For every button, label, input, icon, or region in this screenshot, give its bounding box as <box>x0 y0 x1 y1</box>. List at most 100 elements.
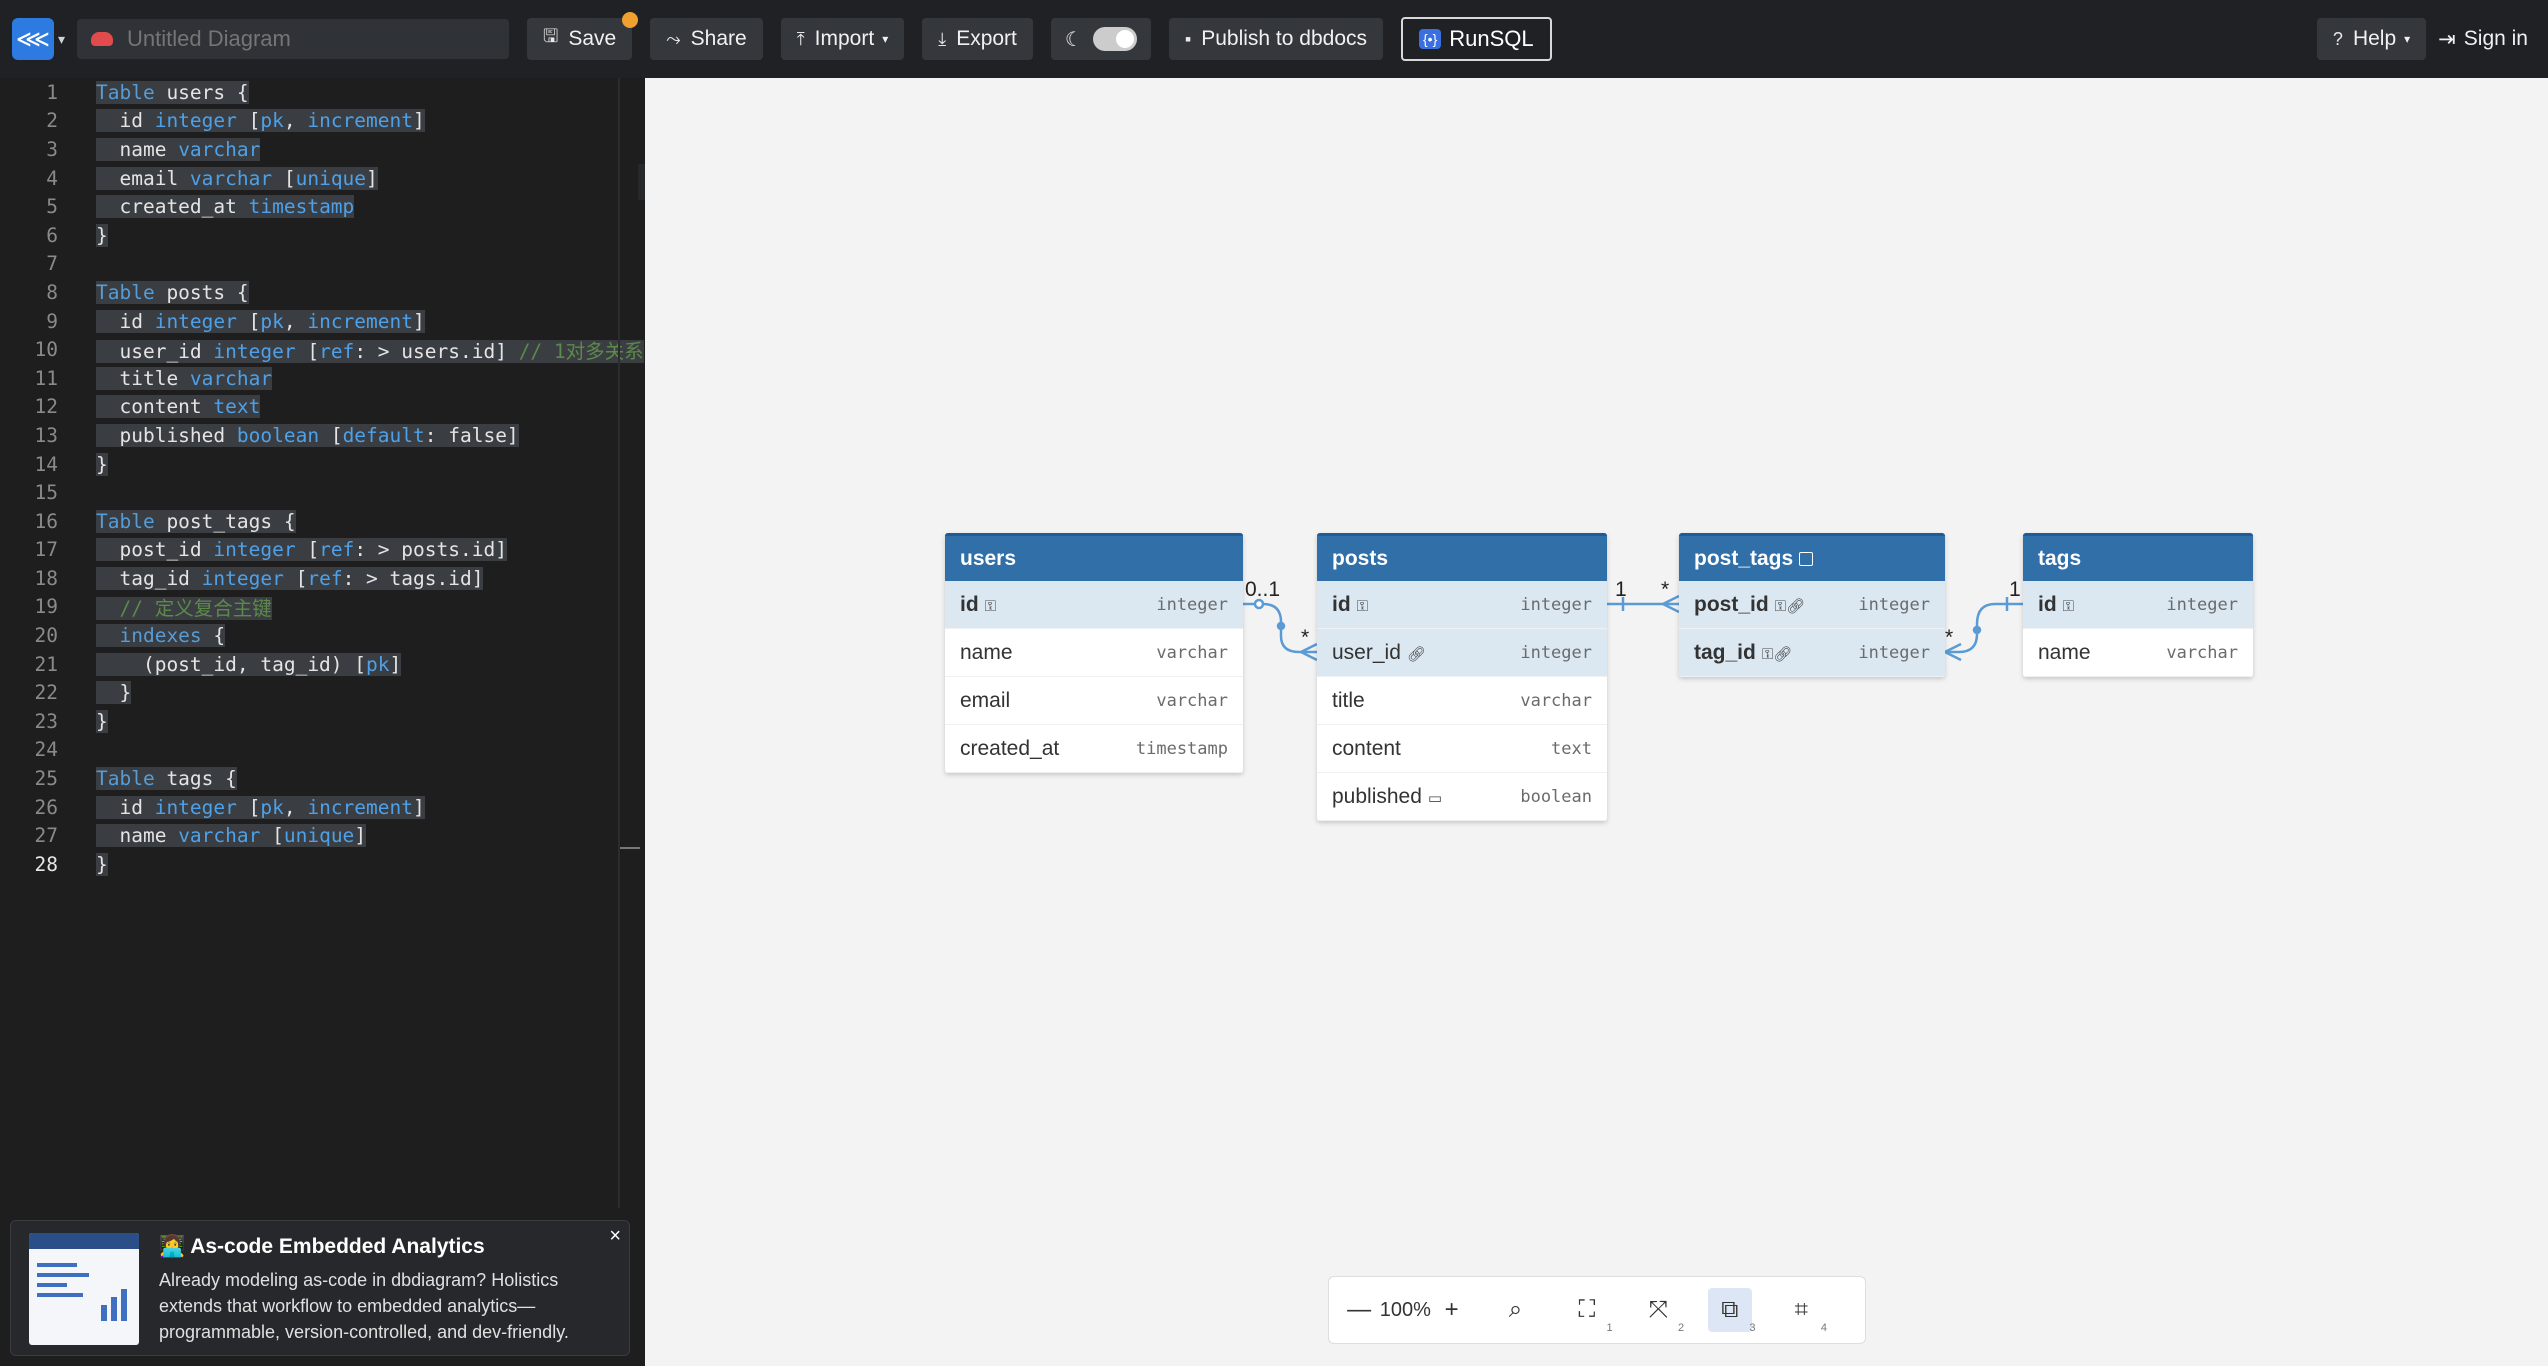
code-text[interactable]: Table post_tags { <box>96 509 296 533</box>
code-text[interactable]: content text <box>96 395 261 419</box>
code-line[interactable]: 13 published boolean [default: false] <box>0 421 640 450</box>
table-row[interactable]: user_id 🔗︎ integer <box>1317 629 1607 677</box>
code-text[interactable]: id integer [pk, increment] <box>96 309 425 333</box>
code-text[interactable]: Table tags { <box>96 767 237 791</box>
code-line[interactable]: 25 Table tags { <box>0 764 640 793</box>
code-line[interactable]: 10 user_id integer [ref: > users.id] // … <box>0 335 644 364</box>
code-line[interactable]: 24 <box>0 736 640 765</box>
code-text[interactable]: name varchar [unique] <box>96 824 367 848</box>
code-text[interactable]: title varchar <box>96 366 273 390</box>
code-line[interactable]: 11 title varchar <box>0 364 640 393</box>
fit-view-icon[interactable]: ⛶ 1 <box>1565 1288 1612 1334</box>
code-line[interactable]: 12 content text <box>0 393 640 422</box>
table-header[interactable]: post_tags <box>1679 533 1945 581</box>
code-line[interactable]: 2 id integer [pk, increment] <box>0 107 640 136</box>
code-line[interactable]: 7 <box>0 250 640 279</box>
code-text[interactable]: indexes { <box>96 624 226 648</box>
code-line[interactable]: 18 tag_id integer [ref: > tags.id] <box>0 564 640 593</box>
search-icon[interactable]: ⌕ <box>1494 1288 1537 1332</box>
zoom-in-button[interactable]: + <box>1436 1288 1468 1332</box>
code-line[interactable]: 15 <box>0 478 640 507</box>
table-row[interactable]: published ▭ boolean <box>1317 773 1607 821</box>
table-row[interactable]: id ⚿ integer <box>945 581 1243 629</box>
code-editor[interactable]: 1 Table users {2 id integer [pk, incremen… <box>0 78 660 1366</box>
code-line[interactable]: 9 id integer [pk, increment] <box>0 307 640 336</box>
table-row[interactable]: name varchar <box>945 629 1243 677</box>
expand-icon[interactable]: ⤧ 2 <box>1637 1288 1684 1334</box>
diagram-title-input[interactable] <box>127 26 468 52</box>
code-line[interactable]: 4 email varchar [unique] <box>0 164 640 193</box>
diagram-title-box[interactable] <box>77 19 510 59</box>
code-text[interactable]: Table posts { <box>96 280 249 304</box>
code-text[interactable]: } <box>96 223 108 247</box>
table-row[interactable]: post_id ⚿🔗︎ integer <box>1679 581 1945 629</box>
sign-in-button[interactable]: ⇥ Sign in <box>2438 27 2528 52</box>
table-row[interactable]: email varchar <box>945 677 1243 725</box>
table-row[interactable]: title varchar <box>1317 677 1607 725</box>
table-row[interactable]: content text <box>1317 725 1607 773</box>
code-text[interactable]: } <box>96 709 108 733</box>
code-text[interactable]: Table users { <box>96 80 249 104</box>
zoom-out-button[interactable]: — <box>1343 1288 1375 1332</box>
code-line[interactable]: 17 post_id integer [ref: > posts.id] <box>0 536 640 565</box>
share-button[interactable]: ⤳ Share <box>650 18 763 60</box>
code-text[interactable]: } <box>96 681 132 705</box>
code-text[interactable]: tag_id integer [ref: > tags.id] <box>96 566 484 590</box>
code-line[interactable]: 23} <box>0 707 640 736</box>
table-post-tags[interactable]: post_tags post_id ⚿🔗︎ integer tag_id ⚿🔗︎ int… <box>1679 533 1945 677</box>
help-button[interactable]: ? Help ▾ <box>2316 18 2427 60</box>
close-icon[interactable]: × <box>609 1225 621 1248</box>
table-users[interactable]: users id ⚿ integer name varchar email varcha… <box>945 533 1243 773</box>
table-row[interactable]: id ⚿ integer <box>1317 581 1607 629</box>
code-line[interactable]: 8 Table posts { <box>0 278 640 307</box>
code-text[interactable]: // 定义复合主键 <box>96 592 272 621</box>
import-button[interactable]: ⤒ Import ▾ <box>780 18 905 60</box>
export-button[interactable]: ⤓ Export <box>922 18 1033 60</box>
table-header[interactable]: tags <box>2023 533 2253 581</box>
code-text[interactable]: name varchar <box>96 137 261 161</box>
code-text[interactable]: published boolean [default: false] <box>96 423 519 447</box>
code-text[interactable]: user_id integer [ref: > users.id] // 1对多… <box>96 335 644 364</box>
table-posts[interactable]: posts id ⚿ integer user_id 🔗︎ integer title v… <box>1317 533 1607 821</box>
code-text[interactable]: (post_id, tag_id) [pk] <box>96 652 402 676</box>
code-line[interactable]: 5 created_at timestamp <box>0 192 640 221</box>
table-header[interactable]: posts <box>1317 533 1607 581</box>
crop-icon[interactable]: ⌗ 4 <box>1780 1288 1827 1334</box>
table-row[interactable]: tag_id ⚿🔗︎ integer <box>1679 629 1945 677</box>
code-line[interactable]: 28} <box>0 850 640 879</box>
editor-scrollbar-track[interactable] <box>618 78 620 1208</box>
code-line[interactable]: 19 // 定义复合主键 <box>0 593 640 622</box>
publish-button[interactable]: ▪ Publish to dbdocs <box>1168 18 1383 60</box>
code-line[interactable]: 14} <box>0 450 640 479</box>
chevron-down-icon[interactable]: ▾ <box>58 31 65 48</box>
code-line[interactable]: 22 } <box>0 678 640 707</box>
code-line[interactable]: 27 name varchar [unique] <box>0 821 640 850</box>
code-line[interactable]: 3 name varchar <box>0 135 640 164</box>
code-text[interactable]: created_at timestamp <box>96 195 355 219</box>
code-line[interactable]: 6} <box>0 221 640 250</box>
save-button[interactable]: 🖫 Save <box>527 12 639 60</box>
code-line[interactable]: 21 (post_id, tag_id) [pk] <box>0 650 640 679</box>
code-line[interactable]: 26 id integer [pk, increment] <box>0 793 640 822</box>
auto-arrange-icon[interactable]: ⧉ 3 <box>1708 1288 1756 1334</box>
code-text[interactable]: } <box>96 452 108 476</box>
code-text[interactable]: email varchar [unique] <box>96 166 378 190</box>
code-line[interactable]: 1 Table users { <box>0 78 640 107</box>
table-row[interactable]: created_at timestamp <box>945 725 1243 773</box>
table-row[interactable]: name varchar <box>2023 629 2253 677</box>
toggle-switch[interactable] <box>1092 27 1137 51</box>
code-text[interactable]: } <box>96 852 108 876</box>
code-text[interactable]: post_id integer [ref: > posts.id] <box>96 538 507 562</box>
dark-mode-toggle[interactable]: ☾ <box>1050 18 1151 60</box>
zoom-level[interactable]: 100% <box>1375 1288 1435 1332</box>
table-header[interactable]: users <box>945 533 1243 581</box>
code-text[interactable]: id integer [pk, increment] <box>96 109 425 133</box>
app-logo-icon[interactable]: ⋘ <box>12 18 54 60</box>
table-row[interactable]: id ⚿ integer <box>2023 581 2253 629</box>
runsql-button[interactable]: {•} RunSQL <box>1401 17 1552 61</box>
code-lines[interactable]: 1 Table users {2 id integer [pk, incremen… <box>0 78 644 879</box>
code-text[interactable]: id integer [pk, increment] <box>96 795 425 819</box>
table-tags[interactable]: tags id ⚿ integer name varchar <box>2023 533 2253 677</box>
diagram-canvas[interactable]: 0..1 * 1 * 1 * users id ⚿ integer name varc… <box>645 78 2548 1366</box>
code-line[interactable]: 16 Table post_tags { <box>0 507 640 536</box>
